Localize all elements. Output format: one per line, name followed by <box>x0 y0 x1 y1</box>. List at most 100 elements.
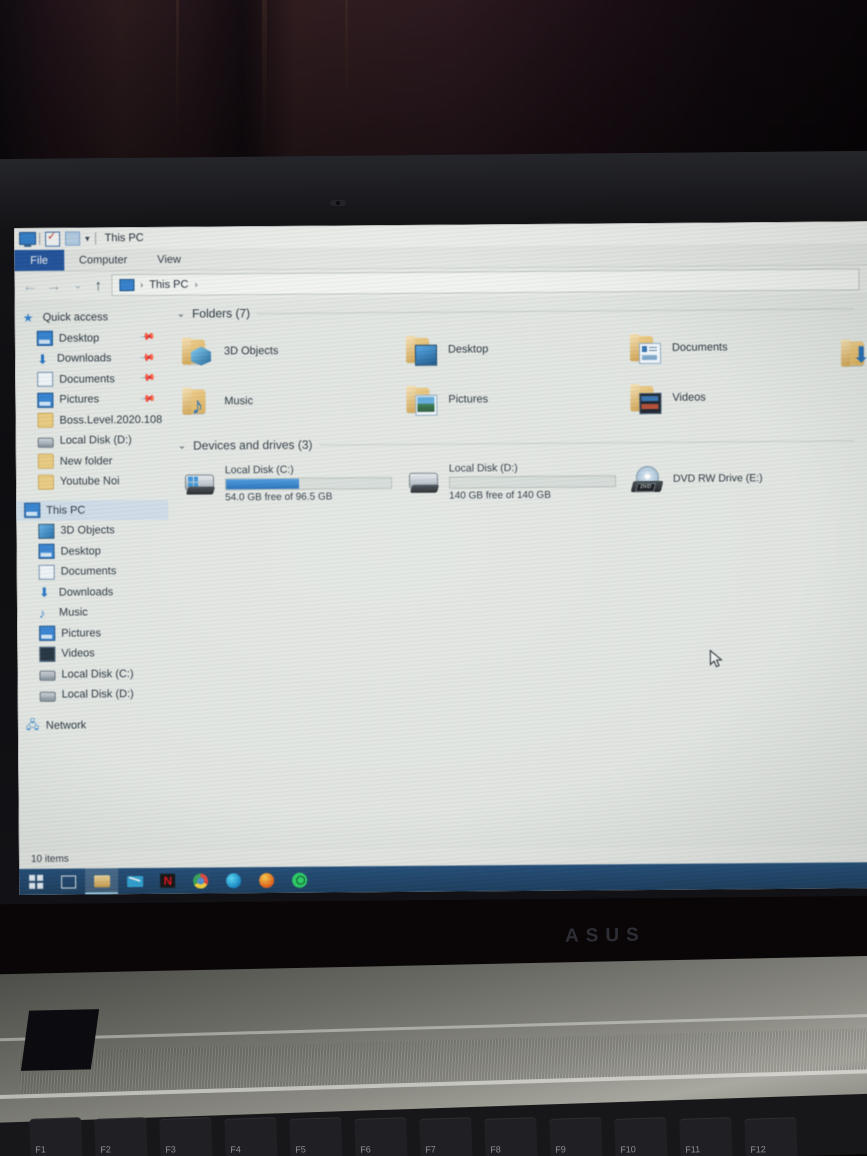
folder-item-downloads-clipped[interactable]: ⬇ <box>840 339 867 369</box>
start-button[interactable] <box>19 869 52 895</box>
folder-item-music[interactable]: ♪ Music <box>181 375 405 427</box>
folder-name: Pictures <box>448 393 489 406</box>
laptop-hinge <box>20 1009 100 1071</box>
tab-file[interactable]: File <box>14 249 65 271</box>
keyboard-key: F2 <box>94 1117 148 1156</box>
desktop-folder-icon <box>405 335 439 366</box>
drive-free-text: 54.0 GB free of 96.5 GB <box>225 491 333 503</box>
sidebar-item-label: Youtube Noi <box>59 475 120 488</box>
pin-icon[interactable]: 📌 <box>138 330 155 346</box>
edge-icon <box>226 872 242 888</box>
windows-logo-icon <box>28 874 43 889</box>
pictures-folder-icon <box>405 385 439 416</box>
documents-icon <box>38 564 55 580</box>
recent-locations-icon[interactable]: ⌄ <box>70 280 85 291</box>
keyboard-key: F12 <box>744 1117 798 1156</box>
sidebar-item-new-folder[interactable]: New folder <box>16 450 168 472</box>
webcam-lens <box>336 201 340 205</box>
folder-name: 3D Objects <box>223 344 279 358</box>
sidebar-item-label: Network <box>45 719 87 732</box>
up-icon[interactable]: ↑ <box>94 277 102 294</box>
sidebar-item-pictures[interactable]: Pictures 📌 <box>15 389 167 411</box>
pin-icon[interactable]: 📌 <box>139 391 156 407</box>
back-icon[interactable]: ← <box>22 277 37 294</box>
chevron-down-icon[interactable]: ⌄ <box>177 308 185 319</box>
download-arrow-icon: ⬇ <box>38 584 50 601</box>
sidebar-item-music[interactable]: ♪ Music <box>17 602 169 624</box>
folder-icon <box>37 453 54 470</box>
sidebar-item-documents-pc[interactable]: Documents <box>17 561 169 583</box>
folder-item-pictures[interactable]: Pictures <box>405 373 629 425</box>
tab-computer[interactable]: Computer <box>64 249 142 271</box>
sidebar-item-documents[interactable]: Documents 📌 <box>15 368 167 390</box>
keyboard-key: F5 <box>289 1117 343 1156</box>
videos-folder-icon <box>629 383 663 415</box>
music-folder-icon: ♪ <box>181 386 215 420</box>
netflix-button[interactable] <box>151 868 184 894</box>
edge-button[interactable] <box>217 867 250 893</box>
breadcrumb-this-pc[interactable]: This PC <box>149 279 188 291</box>
sidebar-item-videos[interactable]: Videos <box>17 643 169 665</box>
sidebar-item-label: Pictures <box>61 627 101 640</box>
firefox-button[interactable] <box>250 867 283 893</box>
sidebar-item-network[interactable]: 🖧 Network <box>18 714 170 736</box>
drive-item-local-disk-c[interactable]: Local Disk (C:) 54.0 GB free of 96.5 GB <box>182 459 406 507</box>
group-divider <box>319 439 855 446</box>
breadcrumb-separator[interactable]: › <box>194 279 197 290</box>
keyboard-key: F10 <box>614 1117 668 1156</box>
breadcrumb-separator: › <box>139 279 144 291</box>
task-view-button[interactable] <box>52 868 85 894</box>
folder-item-videos[interactable]: Videos <box>629 371 853 423</box>
folder-item-documents[interactable]: Documents <box>629 321 853 373</box>
drives-group-label: Devices and drives (3) <box>193 437 313 453</box>
desktop-icon <box>36 330 53 347</box>
mouse-cursor <box>709 649 723 668</box>
drive-item-dvd-rw[interactable]: DVD DVD RW Drive (E:) <box>630 455 854 503</box>
sidebar-item-label: Local Disk (D:) <box>61 688 134 701</box>
keyboard-key: F4 <box>224 1117 278 1156</box>
this-pc-icon <box>24 503 41 519</box>
sidebar-item-desktop-pc[interactable]: Desktop <box>16 540 168 562</box>
sidebar-item-desktop[interactable]: Desktop 📌 <box>15 327 167 349</box>
sidebar-item-label: Downloads <box>58 585 114 599</box>
folder-item-3d-objects[interactable]: 3D Objects <box>181 325 405 377</box>
mail-button[interactable] <box>118 868 151 894</box>
chrome-button[interactable] <box>184 867 217 893</box>
this-pc-icon[interactable] <box>19 231 37 246</box>
tab-view[interactable]: View <box>142 249 196 270</box>
hdd-icon <box>182 468 218 498</box>
this-pc-icon <box>118 279 134 292</box>
chevron-down-icon[interactable]: ⌄ <box>178 440 186 451</box>
sidebar-item-quick-access[interactable]: ★ Quick access <box>15 307 167 329</box>
sidebar-item-downloads[interactable]: ⬇ Downloads 📌 <box>15 348 167 370</box>
new-folder-icon[interactable] <box>65 231 81 246</box>
drive-item-local-disk-d[interactable]: Local Disk (D:) 140 GB free of 140 GB <box>406 457 630 505</box>
sidebar-item-boss-level[interactable]: Boss.Level.2020.108 <box>15 409 167 431</box>
file-explorer-button[interactable] <box>85 868 119 895</box>
sidebar-item-youtube-noi[interactable]: Youtube Noi <box>16 471 168 493</box>
folder-item-desktop[interactable]: Desktop <box>405 323 629 375</box>
breadcrumb[interactable]: › This PC › <box>110 268 860 297</box>
laptop-screen: ▾ This PC File Computer View ← → ⌄ ↑ › T… <box>14 221 867 895</box>
sidebar-item-3d-objects[interactable]: 3D Objects <box>16 520 168 542</box>
sidebar-item-pictures-pc[interactable]: Pictures <box>17 622 169 644</box>
pin-icon[interactable]: 📌 <box>139 371 156 387</box>
disk-icon <box>39 691 56 702</box>
customize-chevron-icon[interactable]: ▾ <box>85 233 90 244</box>
pin-icon[interactable]: 📌 <box>138 350 155 366</box>
desktop-icon <box>38 543 55 560</box>
sidebar-item-local-disk-d2[interactable]: Local Disk (D:) <box>18 684 170 706</box>
3d-objects-folder-icon <box>181 336 215 366</box>
sidebar-item-local-disk-c[interactable]: Local Disk (C:) <box>17 663 169 685</box>
dvd-drive-icon: DVD <box>630 465 666 495</box>
forward-icon[interactable]: → <box>46 277 61 294</box>
drive-free-text: 140 GB free of 140 GB <box>449 489 551 502</box>
whatsapp-button[interactable] <box>283 867 316 893</box>
sidebar-item-downloads-pc[interactable]: ⬇ Downloads <box>17 581 169 603</box>
properties-icon[interactable] <box>45 231 61 247</box>
sidebar-item-this-pc[interactable]: This PC <box>16 499 169 521</box>
toolbar-divider <box>94 232 96 245</box>
sidebar-item-label: Downloads <box>56 352 112 365</box>
folder-name: Desktop <box>447 343 489 356</box>
sidebar-item-local-disk-d[interactable]: Local Disk (D:) <box>16 430 168 452</box>
